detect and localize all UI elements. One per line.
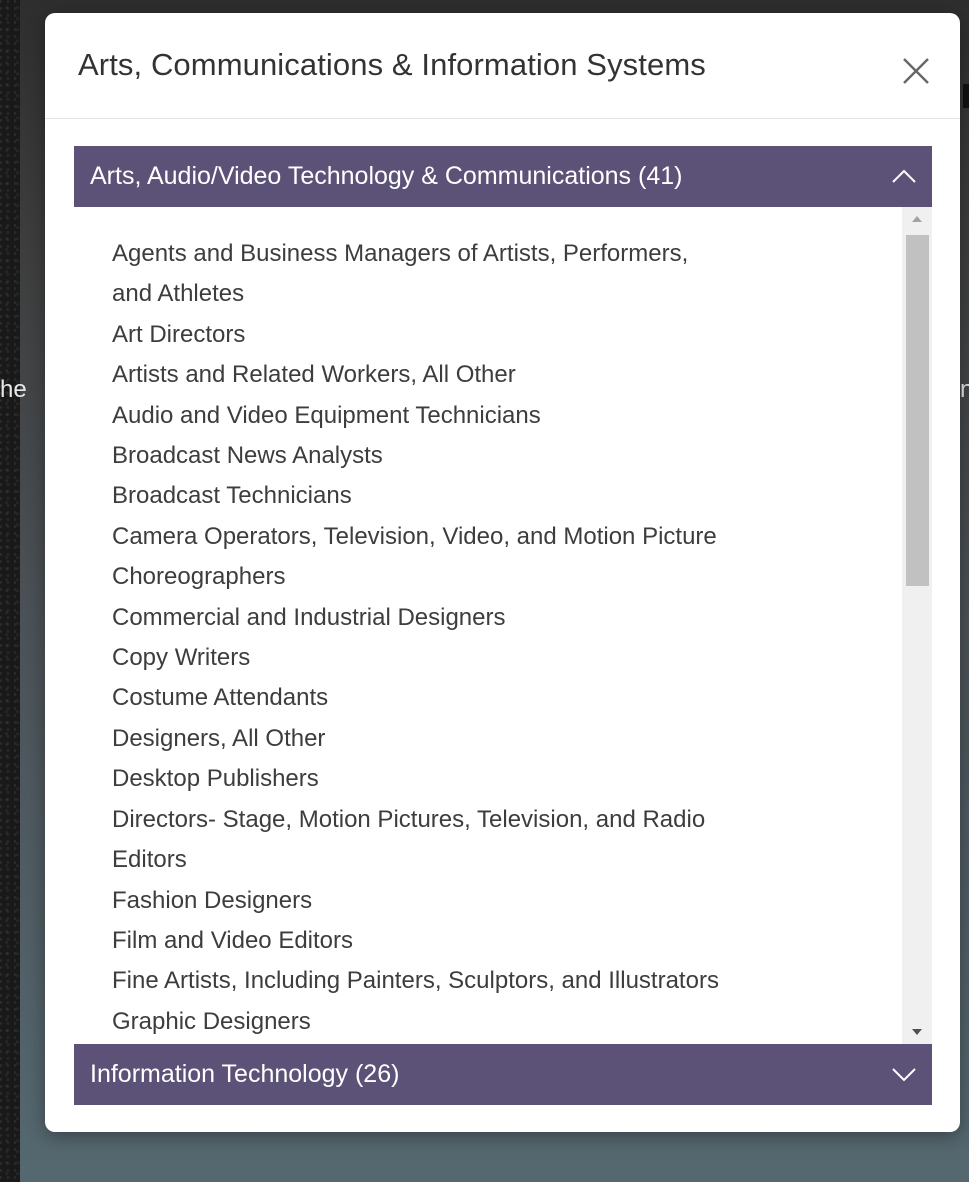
chevron-up-icon	[892, 169, 916, 183]
occupation-item[interactable]: Directors- Stage, Motion Pictures, Telev…	[112, 800, 882, 840]
occupation-item[interactable]: Artists and Related Workers, All Other	[112, 355, 882, 395]
occupation-item[interactable]: Camera Operators, Television, Video, and…	[112, 517, 882, 557]
occupation-list: Agents and Business Managers of Artists,…	[112, 234, 882, 1042]
scroll-up-button[interactable]	[902, 207, 932, 231]
occupation-item[interactable]: Choreographers	[112, 557, 882, 597]
close-icon	[903, 58, 929, 84]
occupation-item[interactable]: Designers, All Other	[112, 719, 882, 759]
accordion-header-information-technology[interactable]: Information Technology (26)	[74, 1044, 932, 1105]
occupation-item[interactable]: Graphic Designers	[112, 1002, 882, 1042]
occupation-item[interactable]: Copy Writers	[112, 638, 882, 678]
accordion-panel-arts-audio-video: Agents and Business Managers of Artists,…	[74, 207, 932, 1044]
accordion-header-label: Information Technology (26)	[90, 1060, 400, 1088]
scroll-down-arrow-icon	[912, 1029, 922, 1035]
background-text-left: he	[0, 376, 27, 403]
scrollbar-thumb[interactable]	[906, 235, 929, 586]
modal-header: Arts, Communications & Information Syste…	[45, 13, 960, 119]
occupation-item[interactable]: Fine Artists, Including Painters, Sculpt…	[112, 961, 882, 1001]
occupation-item[interactable]: and Athletes	[112, 274, 882, 314]
chevron-down-icon	[892, 1068, 916, 1082]
career-cluster-modal: Arts, Communications & Information Syste…	[45, 13, 960, 1132]
accordion-header-label: Arts, Audio/Video Technology & Communica…	[90, 162, 683, 190]
occupation-item[interactable]: Desktop Publishers	[112, 759, 882, 799]
scroll-down-button[interactable]	[902, 1020, 932, 1044]
occupation-item[interactable]: Art Directors	[112, 315, 882, 355]
occupation-item[interactable]: Agents and Business Managers of Artists,…	[112, 234, 882, 274]
close-button[interactable]	[894, 49, 938, 93]
scroll-up-arrow-icon	[912, 216, 922, 222]
list-scrollbar[interactable]	[902, 207, 932, 1044]
modal-title: Arts, Communications & Information Syste…	[78, 47, 706, 82]
occupation-item[interactable]: Broadcast News Analysts	[112, 436, 882, 476]
accordion-header-arts-audio-video[interactable]: Arts, Audio/Video Technology & Communica…	[74, 146, 932, 207]
occupation-item[interactable]: Commercial and Industrial Designers	[112, 598, 882, 638]
occupation-item[interactable]: Costume Attendants	[112, 678, 882, 718]
occupation-item[interactable]: Fashion Designers	[112, 881, 882, 921]
occupation-item[interactable]: Film and Video Editors	[112, 921, 882, 961]
occupation-item[interactable]: Editors	[112, 840, 882, 880]
occupation-item[interactable]: Broadcast Technicians	[112, 476, 882, 516]
background-mark	[963, 84, 969, 108]
occupation-item[interactable]: Audio and Video Equipment Technicians	[112, 396, 882, 436]
background-text-right: n	[960, 376, 969, 403]
